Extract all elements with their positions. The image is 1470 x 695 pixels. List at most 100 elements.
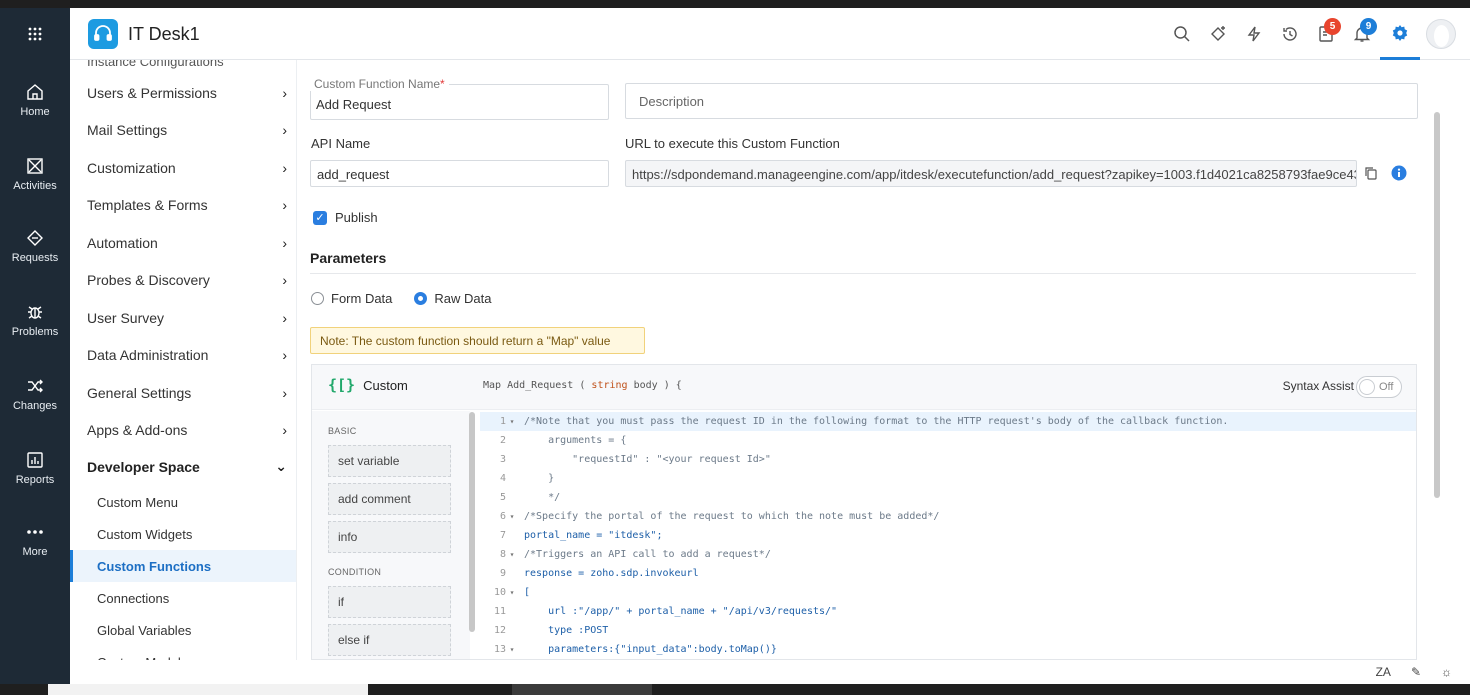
sidebar-item-templates-forms[interactable]: Templates & Forms ›: [70, 186, 296, 223]
rail-item-problems[interactable]: Problems: [0, 300, 70, 360]
line-number: 1: [499, 416, 506, 427]
rail-item-activities[interactable]: Activities: [0, 154, 70, 214]
code-line[interactable]: 7 portal_name = "itdesk";: [480, 526, 1416, 545]
rail-item-changes[interactable]: Changes: [0, 374, 70, 434]
code-line[interactable]: 6 ▾ /*Specify the portal of the request to…: [480, 507, 1416, 526]
copy-icon[interactable]: [1364, 166, 1378, 185]
editor-brand-label: Custom: [363, 377, 408, 393]
code-line[interactable]: 8 ▾ /*Triggers an API call to add a reques…: [480, 545, 1416, 564]
code-line[interactable]: 4 }: [480, 469, 1416, 488]
sidebar-item-data-administration[interactable]: Data Administration ›: [70, 336, 296, 373]
fold-arrow-icon[interactable]: ▾: [506, 417, 518, 426]
snippet-if[interactable]: if: [328, 586, 451, 618]
description-field[interactable]: Description: [625, 83, 1418, 119]
code-line[interactable]: 3 "requestId" : "<your request Id>": [480, 450, 1416, 469]
sidebar-item-developer-space[interactable]: Developer Space ⌄: [70, 448, 296, 485]
code-line[interactable]: 12 type :POST: [480, 621, 1416, 640]
sidebar-item-users-permissions[interactable]: Users & Permissions ›: [70, 74, 296, 111]
code-line[interactable]: 9 response = zoho.sdp.invokeurl: [480, 564, 1416, 583]
brand[interactable]: IT Desk1: [88, 19, 200, 49]
ticket-icon: [26, 226, 44, 250]
settings-gear-icon[interactable]: [1380, 8, 1420, 60]
code-line[interactable]: 2 arguments = {: [480, 431, 1416, 450]
idea-bulb-icon[interactable]: ☼: [1441, 665, 1452, 679]
code-text: portal_name = "itdesk";: [524, 530, 663, 541]
snippet-info[interactable]: info: [328, 521, 451, 553]
fold-arrow-icon[interactable]: ▾: [506, 512, 518, 521]
rail-item-home[interactable]: Home: [0, 80, 70, 140]
user-avatar[interactable]: [1426, 19, 1456, 49]
sidebar-subitem-custom-functions[interactable]: Custom Functions: [70, 550, 296, 582]
tasks-icon[interactable]: 5: [1308, 16, 1344, 52]
function-name-label-text: Custom Function Name: [314, 77, 441, 91]
code-text: [: [524, 587, 531, 598]
rail-item-requests[interactable]: Requests: [0, 226, 70, 286]
publish-checkbox[interactable]: ✓ Publish: [313, 210, 378, 225]
code-line[interactable]: 5 */: [480, 488, 1416, 507]
quick-action-bolt-icon[interactable]: [1236, 16, 1272, 52]
sidebar-item-label: User Survey: [87, 309, 165, 326]
sidebar-item-apps-addons[interactable]: Apps & Add-ons ›: [70, 411, 296, 448]
code-line[interactable]: 13 ▾ parameters:{"input_data":body.toMap(…: [480, 640, 1416, 659]
fold-arrow-icon[interactable]: ▾: [506, 588, 518, 597]
return-map-note: Note: The custom function should return …: [310, 327, 645, 354]
radio-form-data[interactable]: [311, 292, 324, 305]
snippet-set-variable[interactable]: set variable: [328, 445, 451, 477]
sidebar-item-customization[interactable]: Customization ›: [70, 149, 296, 186]
sidebar-subitem-custom-menu[interactable]: Custom Menu: [70, 486, 296, 518]
deluge-script-editor: {[} Custom Map Add_Request ( string body…: [311, 364, 1417, 660]
code-area[interactable]: 1 ▾/*Note that you must pass the request …: [480, 411, 1416, 659]
sidebar-item-label: Apps & Add-ons: [87, 421, 188, 438]
app-grid-icon[interactable]: [0, 8, 70, 60]
radio-form-data-label[interactable]: Form Data: [331, 291, 392, 306]
chevron-right-icon: ›: [282, 309, 287, 326]
rail-label-more: More: [22, 546, 48, 558]
rail-label-activities: Activities: [13, 180, 57, 192]
rail-item-more[interactable]: More: [0, 520, 70, 580]
sidebar-subitem-connections[interactable]: Connections: [70, 582, 296, 614]
code-line[interactable]: 1 ▾ /*Note that you must pass the request …: [480, 412, 1416, 431]
rail-item-reports[interactable]: Reports: [0, 448, 70, 508]
line-number: 8: [499, 549, 506, 560]
syntax-assist-toggle[interactable]: Off: [1356, 376, 1402, 398]
toggle-state: Off: [1379, 381, 1394, 393]
report-icon: [26, 448, 44, 472]
snippet-add-comment[interactable]: add comment: [328, 483, 451, 515]
sidebar-subitem-custom-modules[interactable]: Custom Modules: [70, 646, 296, 661]
chevron-right-icon: ›: [282, 346, 287, 363]
history-icon[interactable]: [1272, 16, 1308, 52]
code-line[interactable]: 11 url :"/app/" + portal_name + "/api/v3…: [480, 602, 1416, 621]
api-name-value: add_request: [317, 167, 390, 182]
new-request-icon[interactable]: [1200, 16, 1236, 52]
translate-icon[interactable]: ZA: [1376, 665, 1391, 679]
line-number: 4: [499, 473, 506, 484]
sidebar-item-label: Mail Settings: [87, 121, 168, 138]
sidebar-item-general-settings[interactable]: General Settings ›: [70, 374, 296, 411]
sidebar-item-mail-settings[interactable]: Mail Settings ›: [70, 111, 296, 148]
sidebar-item-user-survey[interactable]: User Survey ›: [70, 299, 296, 336]
chevron-right-icon: ›: [282, 271, 287, 288]
editor-header: {[} Custom Map Add_Request ( string body…: [312, 365, 1416, 410]
palette-scrollbar[interactable]: [469, 412, 475, 632]
sidebar-subitem-custom-widgets[interactable]: Custom Widgets: [70, 518, 296, 550]
info-icon[interactable]: [1391, 165, 1407, 186]
sidebar-item-automation[interactable]: Automation ›: [70, 224, 296, 261]
search-icon[interactable]: [1164, 16, 1200, 52]
code-line[interactable]: 10 ▾ [: [480, 583, 1416, 602]
parameters-heading: Parameters: [310, 250, 387, 266]
rail-label-problems: Problems: [11, 326, 59, 338]
api-name-field[interactable]: add_request: [310, 160, 609, 187]
snippet-else-if[interactable]: else if: [328, 624, 451, 656]
edit-note-icon[interactable]: ✎: [1411, 665, 1421, 679]
sidebar-subitem-global-variables[interactable]: Global Variables: [70, 614, 296, 646]
fold-arrow-icon[interactable]: ▾: [506, 645, 518, 654]
radio-raw-data-label[interactable]: Raw Data: [434, 291, 491, 306]
sidebar-item-probes-discovery[interactable]: Probes & Discovery ›: [70, 261, 296, 298]
fold-arrow-icon[interactable]: ▾: [506, 550, 518, 559]
page-scrollbar[interactable]: [1434, 112, 1440, 498]
notification-bell-icon[interactable]: 9: [1344, 16, 1380, 52]
execution-url-field[interactable]: https://sdpondemand.manageengine.com/app…: [625, 160, 1357, 187]
sidebar-cut-item[interactable]: Instance Configurations: [87, 60, 224, 69]
radio-raw-data[interactable]: [414, 292, 428, 305]
code-text: arguments = {: [524, 435, 627, 446]
